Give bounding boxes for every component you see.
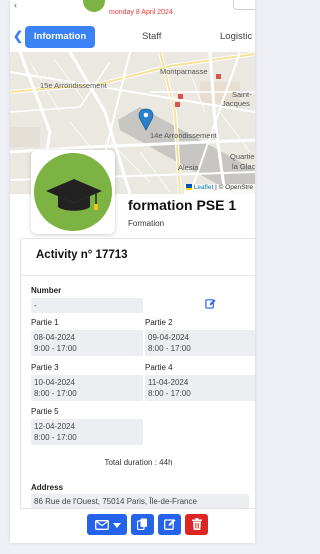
part5-date: 12-04-2024 [34,422,75,431]
part4-date: 11-04-2024 [148,378,189,387]
part3-value: 10-04-2024 8:00 - 17:00 [31,375,143,401]
copy-button[interactable] [131,514,154,535]
avatar-circle [34,153,112,231]
email-dropdown-button[interactable] [87,514,127,535]
part3-date: 10-04-2024 [34,378,75,387]
tab-bar: ❮ Information Staff Logistic [10,22,255,52]
part1-date: 08-04-2024 [34,333,75,342]
osm-attribution[interactable]: | © OpenStre [213,184,253,191]
part4-label: Partie 4 [145,363,173,372]
app-frame: ‹ monday 8 April 2024 ❮ Information Staf… [10,0,255,543]
total-duration: Total duration : 44h [104,458,173,467]
caret-down-icon [113,523,121,528]
user-avatar[interactable] [83,0,105,12]
part2-label: Partie 2 [145,318,173,327]
activity-title: Activity n° 17713 [36,249,128,261]
page-subtitle: Formation [128,219,165,228]
tabs-scroll-left-icon[interactable]: ❮ [13,29,23,43]
back-icon[interactable]: ‹ [14,0,17,10]
header-date: monday 8 April 2024 [109,9,173,16]
tab-logistics[interactable]: Logistic [220,26,252,48]
copy-icon [137,518,147,530]
top-header: ‹ monday 8 April 2024 [10,0,255,22]
part5-time: 8:00 - 17:00 [34,433,77,442]
leaflet-link[interactable]: Leaflet [194,184,214,191]
map-label-montparnasse: Montparnasse [160,67,208,76]
card-divider [21,275,255,276]
part5-value: 12-04-2024 8:00 - 17:00 [31,419,143,445]
part2-time: 8:00 - 17:00 [148,344,191,353]
part3-time: 8:00 - 17:00 [34,389,77,398]
activity-avatar [31,150,115,234]
part3-label: Partie 3 [31,363,59,372]
part1-value: 08-04-2024 9:00 - 17:00 [31,330,143,356]
part4-value: 11-04-2024 8:00 - 17:00 [145,375,255,401]
part5-label: Partie 5 [31,407,59,416]
part2-date: 09-04-2024 [148,333,189,342]
part1-time: 9:00 - 17:00 [34,344,77,353]
number-label: Number [31,286,62,295]
part2-value: 09-04-2024 8:00 - 17:00 [145,330,255,356]
map-label-saint-jacques-1: Saint- [232,90,252,99]
activity-card: Activity n° 17713 Number - Partie 1 08-0… [20,238,255,509]
envelope-icon [95,520,109,530]
part1-label: Partie 1 [31,318,59,327]
trash-icon [191,518,202,530]
menu-button[interactable] [233,0,255,10]
map-label-15e: 15e Arrondissement [40,81,107,90]
delete-button[interactable] [185,514,208,535]
map-attribution: Leaflet | © OpenStre [183,184,255,194]
part4-time: 8:00 - 17:00 [148,389,191,398]
number-value: - [31,298,143,313]
tab-information[interactable]: Information [25,26,95,48]
map-label-quartier-2: la Glac [232,162,255,171]
address-label: Address [31,483,64,492]
page-title: formation PSE 1 [128,197,237,213]
action-bar [20,508,255,543]
address-value: 86 Rue de l'Ouest, 75014 Paris, Île-de-F… [31,494,249,509]
graduation-cap-icon [46,179,102,211]
map-label-alesia: Alesia [178,163,199,172]
flag-icon [185,184,192,191]
edit-icon [164,519,176,530]
map-label-quartier-1: Quartier [230,152,255,161]
map-label-saint-jacques-2: Jacques [222,99,250,108]
edit-number-icon[interactable] [205,298,216,309]
map-label-14e: 14e Arrondissement [150,131,217,140]
edit-button[interactable] [158,514,181,535]
tab-staff[interactable]: Staff [142,26,161,48]
